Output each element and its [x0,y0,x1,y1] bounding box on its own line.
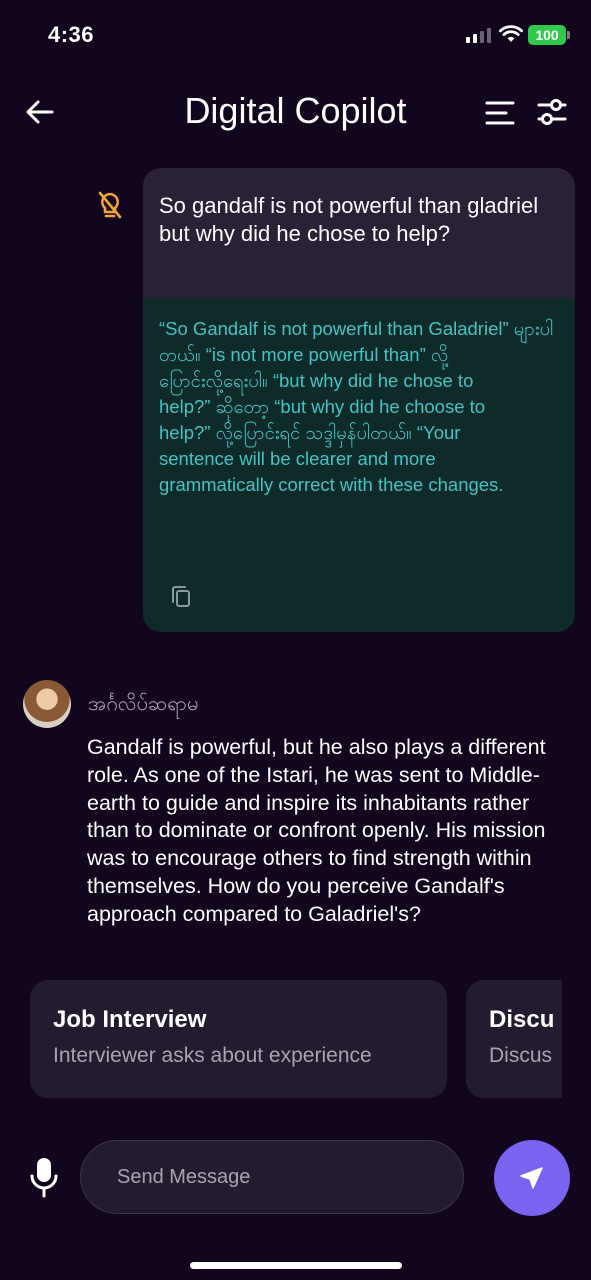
copy-icon[interactable] [169,584,193,610]
menu-lines-icon[interactable] [484,98,516,128]
assistant-name: အင်္ဂလိပ်ဆရာမ [88,693,199,715]
status-bar: 4:36 100 [0,0,591,70]
suggestion-carousel: Job Interview Interviewer asks about exp… [0,980,562,1098]
correction-bubble: “So Gandalf is not powerful than Galadri… [143,298,575,632]
tune-sliders-icon[interactable] [536,96,568,128]
user-message-bubble: So gandalf is not powerful than gladriel… [143,168,575,298]
avatar [23,680,71,728]
user-message-text: So gandalf is not powerful than gladriel… [159,193,539,246]
message-input[interactable] [81,1141,463,1213]
send-icon [520,1167,543,1189]
wifi-icon [499,25,523,42]
message-input-container [80,1140,464,1214]
battery-indicator: 100 [528,25,570,45]
assistant-message-text: Gandalf is powerful, but he also plays a… [87,735,546,926]
status-time: 4:36 [48,22,95,47]
suggestion-card-title: Discu [489,1006,555,1033]
microphone-icon[interactable] [28,1156,60,1200]
suggestion-card-job-interview[interactable]: Job Interview Interviewer asks about exp… [30,980,447,1098]
suggestion-card-subtitle: Discus [489,1044,553,1067]
app-header: Digital Copilot [0,82,591,142]
send-button[interactable] [494,1140,570,1216]
lightbulb-off-icon[interactable] [96,190,124,220]
suggestion-card-subtitle: Interviewer asks about experience [53,1044,372,1067]
cellular-signal-icon [466,27,491,43]
home-indicator [190,1262,402,1269]
suggestion-card-title: Job Interview [53,1006,207,1033]
suggestion-card-discussion[interactable]: Discu Discus [466,980,562,1098]
correction-text: “So Gandalf is not powerful than Galadri… [159,318,554,495]
